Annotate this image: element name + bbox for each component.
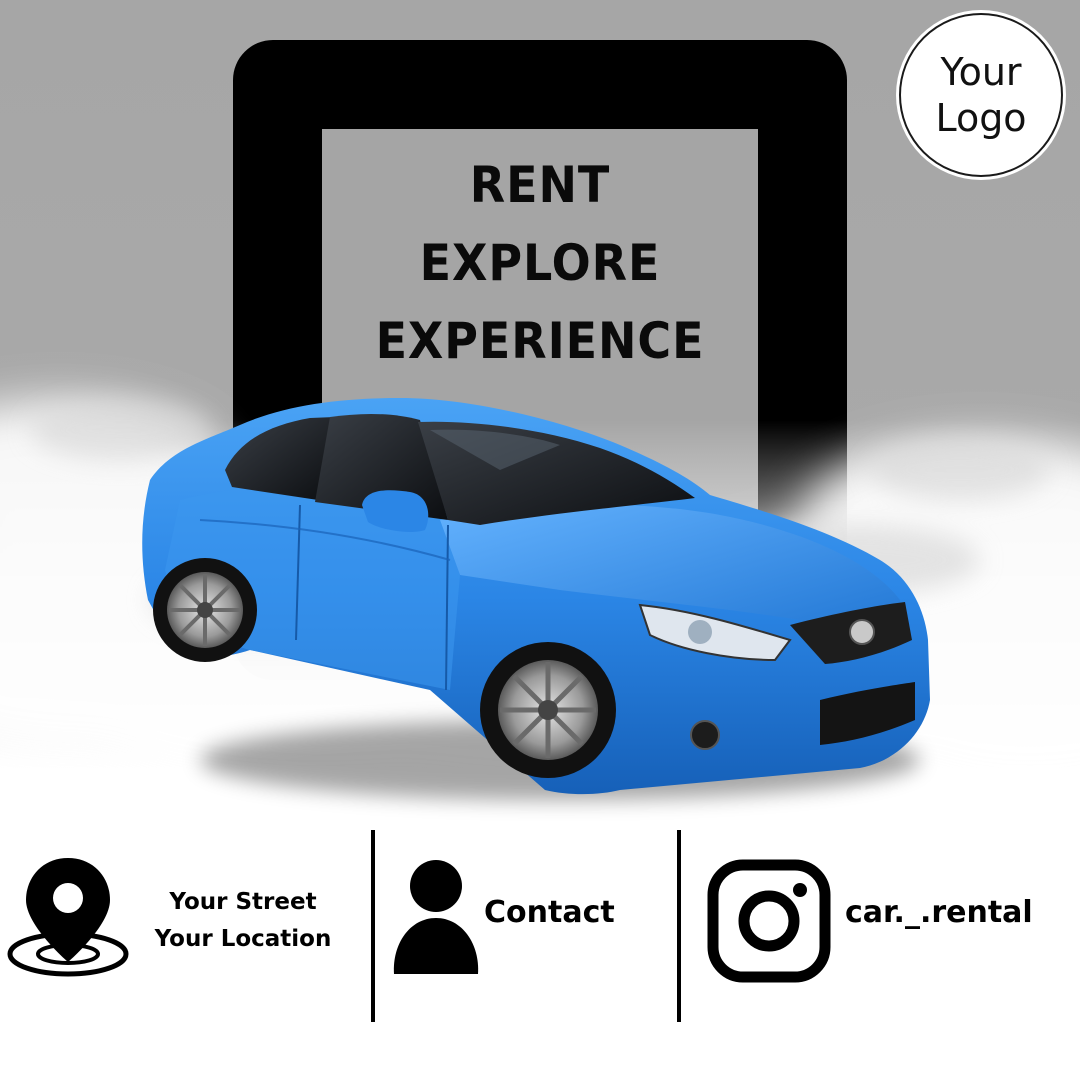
headline-line-rent: RENT xyxy=(469,156,611,214)
address-street: Your Street xyxy=(169,889,317,915)
footer-divider-2 xyxy=(677,830,681,1022)
contact-link[interactable]: Contact xyxy=(484,890,615,936)
address-location: Your Location xyxy=(154,926,332,952)
logo-text-line-2: Logo xyxy=(935,96,1027,140)
logo-text-line-1: Your xyxy=(940,50,1022,94)
instagram-handle[interactable]: car._.rental xyxy=(845,890,1033,936)
headline-line-experience: EXPERIENCE xyxy=(375,312,705,370)
footer-divider-1 xyxy=(371,830,375,1022)
instagram-icon[interactable] xyxy=(706,858,832,984)
headline: RENT EXPLORE EXPERIENCE xyxy=(322,146,758,380)
person-icon xyxy=(393,860,479,974)
logo-badge[interactable]: Your Logo xyxy=(899,13,1063,177)
location-pin-icon xyxy=(7,858,129,977)
hero-section: RENT EXPLORE EXPERIENCE Your Logo xyxy=(0,0,1080,770)
address-block: Your Street Your Location xyxy=(128,884,358,958)
headline-line-explore: EXPLORE xyxy=(419,234,661,292)
rental-poster: RENT EXPLORE EXPERIENCE Your Logo Your S… xyxy=(0,0,1080,1080)
